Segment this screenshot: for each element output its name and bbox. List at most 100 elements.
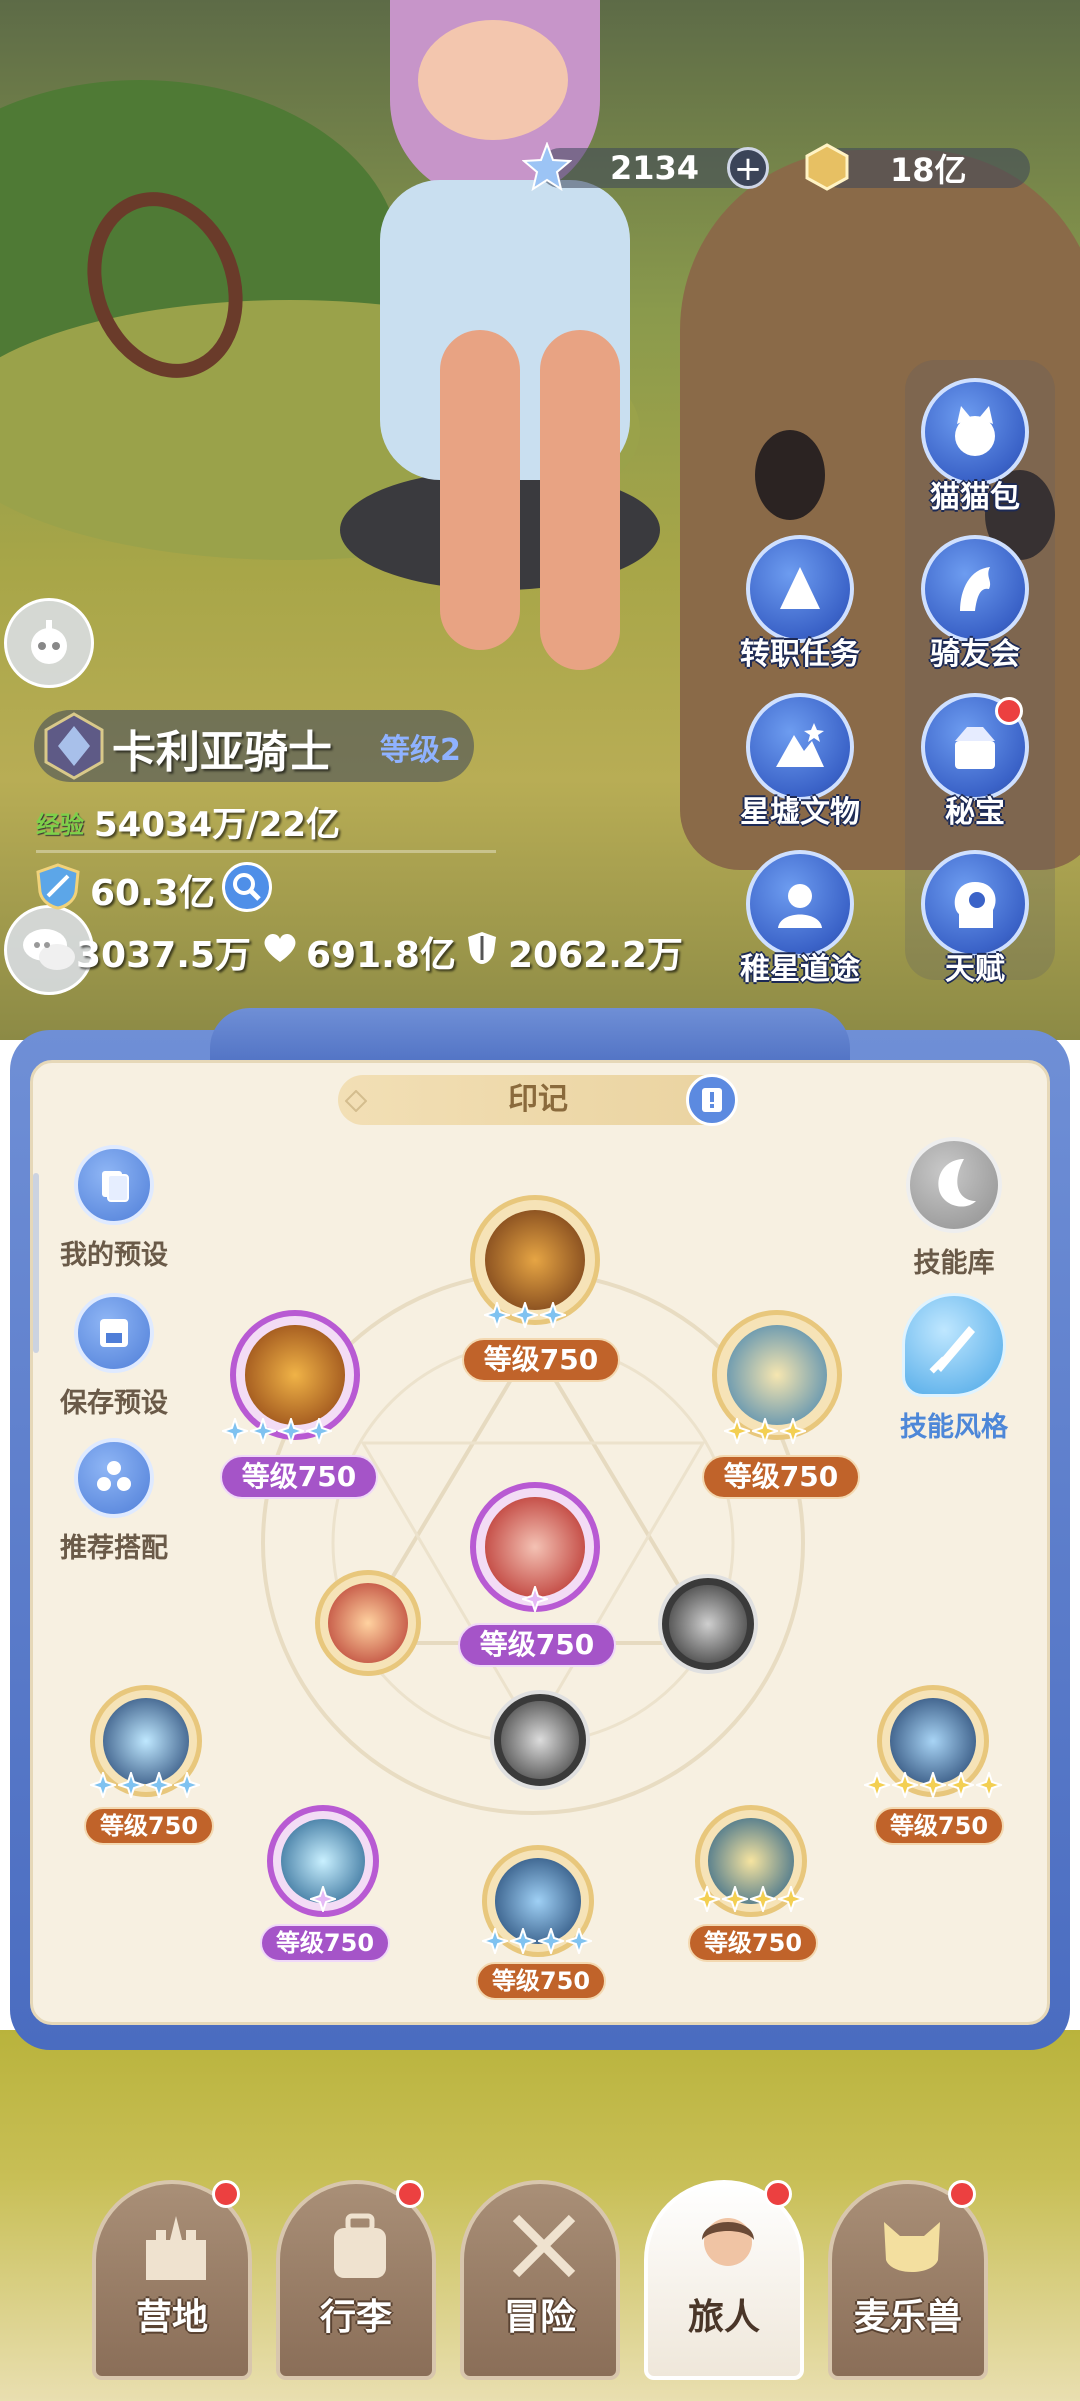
menu-job-quest[interactable]: 转职任务 [740,535,860,673]
exp-value: 54034万/22亿 [94,805,341,845]
skill-level-badge: 等级750 [462,1338,620,1382]
skill-library-button[interactable]: 技能库 [884,1137,1024,1280]
skill-node-left-small[interactable] [315,1570,421,1676]
skill-level-badge: 等级750 [688,1924,818,1962]
save-preset-button[interactable]: 保存预设 [44,1293,184,1420]
nav-adventure[interactable]: 冒险 [460,2180,620,2380]
exp-divider [36,850,496,853]
robot-icon [31,620,67,664]
defense-shield-icon [468,932,496,964]
blue-star-icon [540,1302,566,1328]
power-value: 60.3亿 [90,873,215,914]
blue-star-icon [174,1772,200,1798]
imprint-info-button[interactable] [686,1074,738,1126]
treasure-icon [921,693,1029,801]
cards-icon [74,1145,154,1225]
nav-traveler-label: 旅人 [687,2297,760,2338]
blue-star-icon [90,1772,116,1798]
power-shield-icon [36,863,80,910]
imprint-title-text: 印记 [508,1082,568,1117]
nav-luggage[interactable]: 行李 [276,2180,436,2380]
skill-style-button[interactable]: 技能风格 [881,1293,1027,1444]
blue-star-icon [146,1772,172,1798]
skill-stars [484,1302,566,1328]
menu-label: 猫猫包 [930,480,1020,515]
recommended-build-label: 推荐搭配 [60,1533,168,1564]
skill-stars [724,1418,806,1444]
skill-level-badge: 等级750 [84,1807,214,1845]
menu-rider-club[interactable]: 骑友会 [915,535,1035,673]
recommend-icon [74,1438,154,1518]
job-quest-icon [746,535,854,643]
skill-level-badge: 等级750 [476,1962,606,2000]
skill-node-right-small-locked[interactable] [658,1574,758,1674]
sword-drop-icon [902,1293,1006,1397]
brain-head-icon [921,850,1029,958]
my-presets-button[interactable]: 我的预设 [44,1145,184,1272]
moon-star-icon [906,1137,1002,1233]
skill-level-badge: 等级750 [702,1455,860,1499]
blue-star-icon [484,1302,510,1328]
skill-style-label: 技能风格 [900,1412,1008,1443]
defense-value: 2062.2万 [508,935,683,976]
menu-label: 转职任务 [740,637,860,672]
star-currency-value: 2134 [610,149,700,187]
menu-treasure[interactable]: 秘宝 [915,693,1035,831]
nav-camp-label: 营地 [135,2297,208,2338]
scrollbar[interactable] [33,1173,39,1353]
menu-star-relics[interactable]: 星墟文物 [740,693,860,831]
robot-helper-button[interactable] [4,598,94,688]
nav-mailebeast[interactable]: 麦乐兽 [828,2180,988,2380]
star-crystal-icon [522,142,572,192]
nav-mailebeast-label: 麦乐兽 [853,2297,962,2338]
menu-label: 稚星道途 [740,952,860,987]
attack-value: 3037.5万 [76,935,251,976]
recommended-build-button[interactable]: 推荐搭配 [44,1438,184,1565]
notification-dot [396,2180,424,2208]
character-face [418,20,568,140]
creature-eye [755,430,825,520]
gold-star-icon [864,1772,890,1798]
skill-stars [482,1928,592,1954]
add-currency-button[interactable]: + [727,147,769,189]
character-leg [440,330,520,650]
gold-star-icon [948,1772,974,1798]
gold-star-icon [722,1886,748,1912]
cat-bag-icon [921,378,1029,486]
nav-luggage-label: 行李 [319,2297,392,2338]
gold-star-icon [778,1886,804,1912]
chat-bubble-icon [23,929,75,970]
purple-star-icon [522,1586,548,1612]
heart-icon [264,933,296,962]
hp-value: 691.8亿 [306,935,456,976]
gold-currency-value: 18亿 [890,151,967,189]
character-leg [540,330,620,670]
skill-level-badge: 等级750 [874,1807,1004,1845]
blue-star-icon [566,1928,592,1954]
skill-node-bottom-small-locked[interactable] [490,1690,590,1790]
menu-label: 骑友会 [930,637,1020,672]
gold-star-icon [976,1772,1002,1798]
magnifier-icon [233,873,261,901]
blue-star-icon [306,1418,332,1444]
backpack-icon [334,2213,386,2278]
blue-star-icon [482,1928,508,1954]
menu-cat-bag[interactable]: 猫猫包 [915,378,1035,516]
blue-star-icon [278,1418,304,1444]
menu-star-path[interactable]: 稚星道途 [740,850,860,988]
power-detail-button[interactable] [222,862,272,912]
notification-dot [948,2180,976,2208]
blue-star-icon [250,1418,276,1444]
purple-star-icon [310,1886,336,1912]
menu-label: 天赋 [945,952,1005,987]
beast-face-icon [884,2222,940,2272]
gold-star-icon [694,1886,720,1912]
nav-traveler[interactable]: 旅人 [644,2180,804,2380]
notification-dot [995,697,1023,725]
notification-dot [764,2180,792,2208]
gold-star-icon [892,1772,918,1798]
imprint-title: 印记 [338,1075,738,1125]
nav-camp[interactable]: 营地 [92,2180,252,2380]
menu-talent[interactable]: 天赋 [915,850,1035,988]
traveler-avatar-icon [702,2218,754,2266]
